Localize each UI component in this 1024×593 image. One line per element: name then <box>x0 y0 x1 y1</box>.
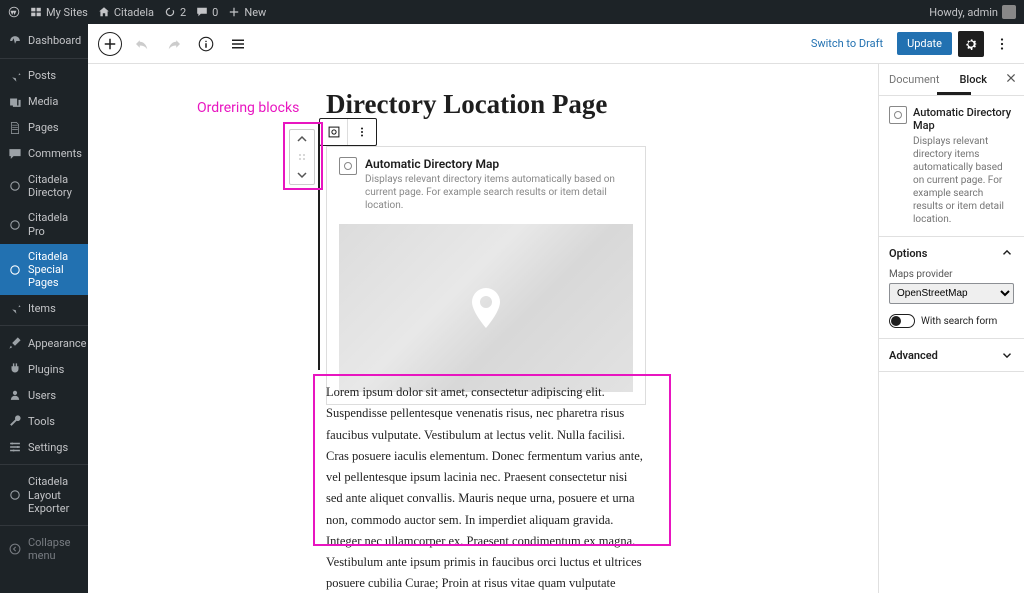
settings-sidebar: Document Block Automatic Directory Map D… <box>878 64 1024 593</box>
chevron-down-icon <box>1000 348 1014 362</box>
pin-icon <box>8 69 22 83</box>
with-search-form-label: With search form <box>921 316 997 327</box>
updates[interactable]: 2 <box>164 6 186 19</box>
with-search-form-toggle[interactable] <box>889 314 915 328</box>
user-icon <box>8 388 22 402</box>
panel-advanced-header[interactable]: Advanced <box>879 339 1024 371</box>
kebab-icon <box>355 125 369 139</box>
block-icon <box>889 106 907 124</box>
block-name: Automatic Directory Map <box>913 106 1014 132</box>
close-settings[interactable] <box>997 64 1024 95</box>
comment-icon <box>196 6 208 18</box>
info-button[interactable] <box>194 32 218 56</box>
menu-settings[interactable]: Settings <box>0 434 88 460</box>
comments-count[interactable]: 0 <box>196 6 218 19</box>
pin-icon <box>8 301 22 315</box>
tab-document[interactable]: Document <box>879 65 949 94</box>
plug-icon <box>8 362 22 376</box>
panel-options-header[interactable]: Options <box>879 237 1024 269</box>
site-name[interactable]: Citadela <box>98 6 154 19</box>
admin-menu: Dashboard Posts Media Pages Comments Cit… <box>0 24 88 593</box>
collapse-icon <box>8 542 22 556</box>
wordpress-icon <box>8 6 20 18</box>
my-sites[interactable]: My Sites <box>30 6 88 19</box>
switch-to-draft[interactable]: Switch to Draft <box>803 33 891 54</box>
dashboard-icon <box>8 34 22 48</box>
tab-block[interactable]: Block <box>949 65 996 94</box>
plus-icon <box>101 35 119 53</box>
undo-button[interactable] <box>130 32 154 56</box>
howdy[interactable]: Howdy, admin <box>929 5 1016 19</box>
map-preview <box>339 224 633 392</box>
wrench-icon <box>8 414 22 428</box>
outline-button[interactable] <box>226 32 250 56</box>
menu-collapse[interactable]: Collapse menu <box>0 530 88 568</box>
update-button[interactable]: Update <box>897 32 952 55</box>
map-pin-icon <box>462 284 510 332</box>
block-description: Displays relevant directory items automa… <box>913 135 1014 226</box>
settings-toggle[interactable] <box>958 31 984 57</box>
avatar <box>1002 5 1016 19</box>
menu-users[interactable]: Users <box>0 382 88 408</box>
circle-icon <box>8 488 22 502</box>
menu-citadela-directory[interactable]: Citadela Directory <box>0 167 88 205</box>
circle-icon <box>8 263 22 277</box>
info-icon <box>197 35 215 53</box>
update-icon <box>164 6 176 18</box>
gear-icon <box>963 36 979 52</box>
block-more-button[interactable] <box>348 119 376 145</box>
menu-comments[interactable]: Comments <box>0 141 88 167</box>
menu-layout-exporter[interactable]: Citadela Layout Exporter <box>0 469 88 521</box>
more-button[interactable] <box>990 32 1014 56</box>
editor-header: Switch to Draft Update <box>88 24 1024 64</box>
block-toolbar <box>319 118 377 146</box>
redo-icon <box>165 35 183 53</box>
block-card-title: Automatic Directory Map <box>365 157 633 171</box>
circle-icon <box>8 218 22 232</box>
menu-dashboard[interactable]: Dashboard <box>0 28 88 54</box>
annotation-text: Ordrering blocks <box>197 100 299 116</box>
block-type-icon <box>327 125 341 139</box>
list-icon <box>229 35 247 53</box>
block-info: Automatic Directory Map Displays relevan… <box>879 96 1024 237</box>
menu-appearance[interactable]: Appearance <box>0 330 88 356</box>
new-content[interactable]: New <box>228 6 266 19</box>
menu-posts[interactable]: Posts <box>0 63 88 89</box>
block-card-desc: Displays relevant directory items automa… <box>365 173 633 212</box>
wp-logo[interactable] <box>8 6 20 18</box>
redo-button[interactable] <box>162 32 186 56</box>
sites-icon <box>30 6 42 18</box>
media-icon <box>8 95 22 109</box>
circle-icon <box>8 179 22 193</box>
close-icon <box>1005 72 1017 84</box>
block-type-button[interactable] <box>320 119 348 145</box>
page-icon <box>8 121 22 135</box>
page-title[interactable]: Directory Location Page <box>326 89 607 120</box>
menu-citadela-pro[interactable]: Citadela Pro <box>0 205 88 243</box>
menu-tools[interactable]: Tools <box>0 408 88 434</box>
chevron-up-icon <box>1000 246 1014 260</box>
kebab-icon <box>993 35 1011 53</box>
undo-icon <box>133 35 151 53</box>
menu-media[interactable]: Media <box>0 89 88 115</box>
menu-pages[interactable]: Pages <box>0 115 88 141</box>
plus-icon <box>228 6 240 18</box>
brush-icon <box>8 336 22 350</box>
editor-canvas: Ordrering blocks Directory Location Page… <box>88 64 878 593</box>
menu-items[interactable]: Items <box>0 295 88 321</box>
admin-bar: My Sites Citadela 2 0 New Howdy, admin <box>0 0 1024 24</box>
maps-provider-label: Maps provider <box>889 269 1014 280</box>
add-block-button[interactable] <box>98 32 122 56</box>
home-icon <box>98 6 110 18</box>
directory-map-block[interactable]: Automatic Directory Map Displays relevan… <box>326 146 646 405</box>
block-icon <box>339 157 357 175</box>
annotation-box-movers <box>283 122 323 190</box>
menu-plugins[interactable]: Plugins <box>0 356 88 382</box>
menu-citadela-special-pages[interactable]: Citadela Special Pages <box>0 244 88 296</box>
annotation-box-paragraph <box>313 374 671 546</box>
maps-provider-select[interactable]: OpenStreetMap <box>889 283 1014 304</box>
sliders-icon <box>8 440 22 454</box>
comments-icon <box>8 147 22 161</box>
